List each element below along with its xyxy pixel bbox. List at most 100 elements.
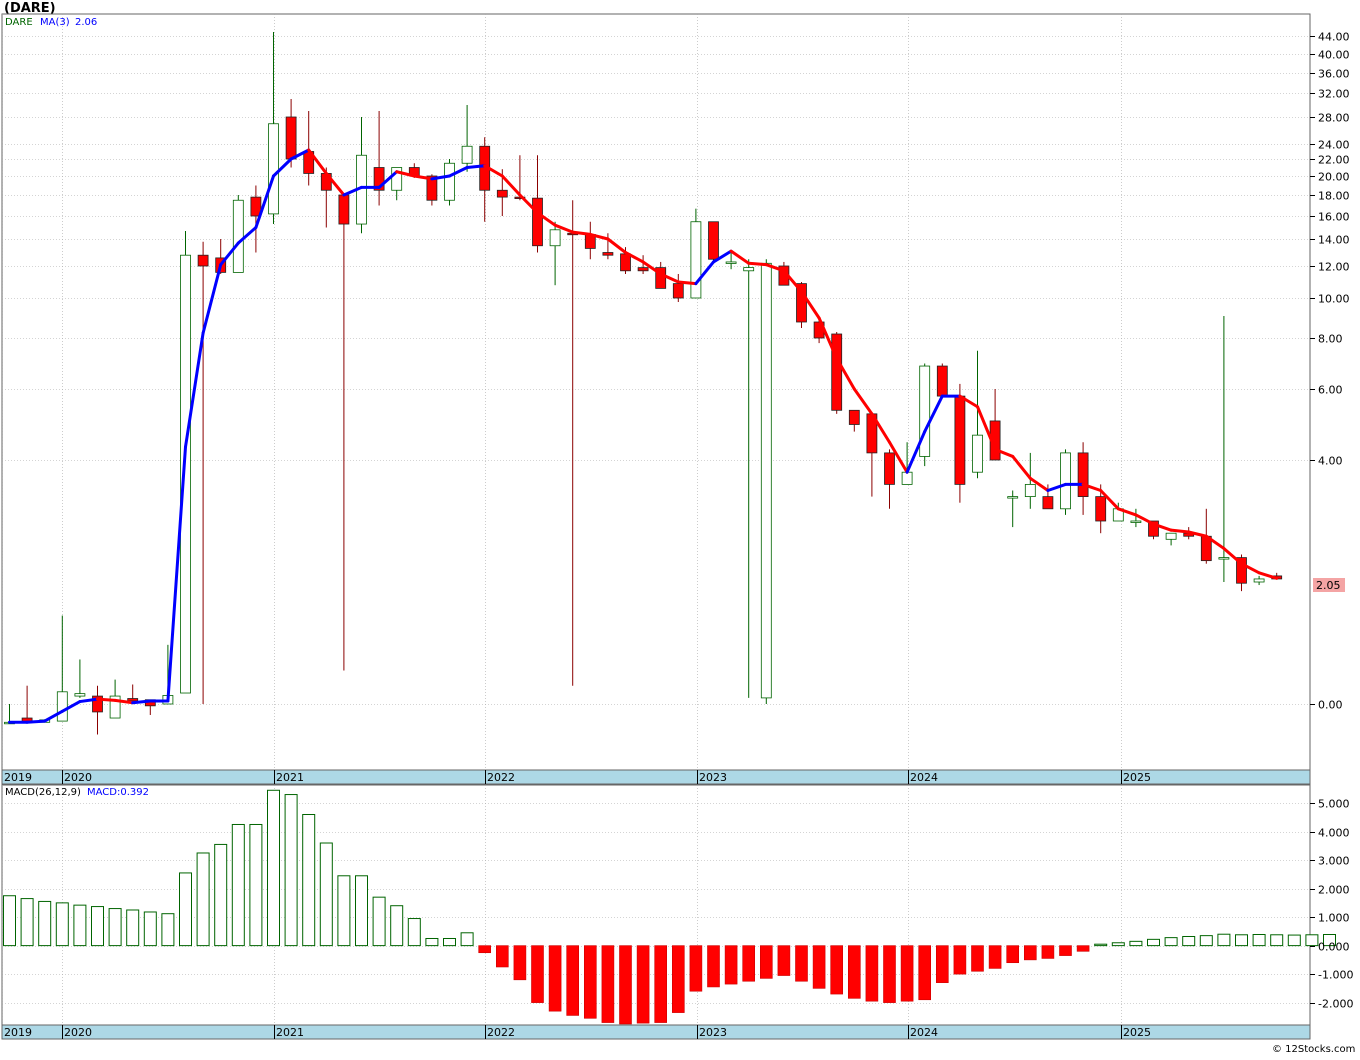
macd-bar bbox=[548, 945, 562, 1012]
macd-bar bbox=[636, 945, 650, 1024]
macd-bar bbox=[531, 945, 544, 1003]
candle-body bbox=[1218, 557, 1230, 560]
price-tick-label: 6.00 bbox=[1318, 384, 1343, 397]
macd-bar bbox=[671, 945, 685, 1013]
macd-bar bbox=[20, 898, 34, 947]
candle-body bbox=[232, 199, 244, 273]
macd-bar bbox=[759, 945, 773, 979]
macd-bar bbox=[319, 842, 333, 947]
candle-body bbox=[1024, 483, 1036, 497]
candle-body bbox=[338, 194, 350, 225]
macd-bar bbox=[935, 945, 949, 983]
candle-body bbox=[972, 434, 983, 473]
price-tick-label: 14.00 bbox=[1318, 234, 1350, 247]
stock-chart: (DARE) 0.00 4.00 6.00 8.00 10.00 12.00 14.00 16… bbox=[0, 0, 1360, 1056]
last-price-label: 2.05 bbox=[1316, 579, 1341, 592]
ma-segment bbox=[465, 164, 487, 169]
macd-bar bbox=[73, 904, 87, 947]
macd-bar bbox=[407, 918, 421, 947]
candle-body bbox=[954, 395, 966, 485]
candle-body bbox=[901, 471, 913, 485]
year-label: 2022 bbox=[487, 771, 515, 784]
macd-tick-label: 2.000 bbox=[1318, 884, 1350, 897]
candle-body bbox=[268, 123, 279, 215]
macd-bar bbox=[55, 902, 69, 947]
candle-body bbox=[760, 262, 772, 699]
macd-bar bbox=[1235, 934, 1248, 947]
price-panel: 0.00 4.00 6.00 8.00 10.00 12.00 14.00 16.00 18.0… bbox=[1, 13, 1350, 771]
candle-body bbox=[1042, 496, 1054, 510]
year-label: 2021 bbox=[276, 1026, 304, 1039]
macd-bar bbox=[267, 789, 280, 947]
macd-bar bbox=[1287, 934, 1301, 947]
macd-bar bbox=[619, 945, 632, 1025]
macd-tick-label: 0.000 bbox=[1318, 941, 1350, 954]
macd-bar bbox=[1182, 935, 1196, 947]
macd-bar bbox=[91, 906, 104, 947]
macd-bar bbox=[214, 843, 228, 947]
macd-legend: MACD(26,12,9) MACD:0.392 bbox=[5, 787, 149, 798]
candle-body bbox=[127, 698, 139, 702]
macd-bar bbox=[1147, 938, 1160, 947]
macd-bar bbox=[390, 905, 404, 947]
macd-tick-label: 1.000 bbox=[1318, 912, 1350, 925]
year-label: 2019 bbox=[4, 1026, 32, 1039]
year-label: 2023 bbox=[699, 771, 727, 784]
macd-bar bbox=[1164, 937, 1178, 947]
candle-body bbox=[690, 221, 702, 299]
macd-bar bbox=[918, 945, 932, 1001]
macd-bar bbox=[196, 852, 210, 947]
macd-tick-label: 5.000 bbox=[1318, 798, 1350, 811]
year-label: 2019 bbox=[4, 771, 32, 784]
macd-tick-label: 3.000 bbox=[1318, 855, 1350, 868]
last-price-tag: 2.05 bbox=[1313, 578, 1345, 592]
macd-bar bbox=[355, 875, 368, 947]
macd-bar bbox=[460, 932, 474, 947]
macd-bar bbox=[443, 937, 456, 947]
candle-body bbox=[285, 116, 297, 160]
price-tick-label: 0.00 bbox=[1318, 699, 1343, 712]
macd-bar bbox=[302, 814, 316, 947]
macd-tick-label: -1.000 bbox=[1318, 969, 1353, 982]
macd-panel: -2.000 -1.000 0.000 1.000 2.000 3.000 4.000 5.0… bbox=[1, 784, 1353, 1026]
year-label: 2021 bbox=[276, 771, 304, 784]
year-label: 2020 bbox=[64, 771, 92, 784]
price-tick-label: 10.00 bbox=[1318, 293, 1350, 306]
macd-bar bbox=[1305, 934, 1319, 947]
candle-body bbox=[1130, 520, 1142, 523]
macd-bar bbox=[231, 823, 245, 947]
candle-body bbox=[197, 254, 209, 267]
macd-bar bbox=[742, 945, 756, 982]
candle-body bbox=[743, 267, 755, 272]
year-label: 2025 bbox=[1123, 771, 1151, 784]
macd-bar bbox=[689, 945, 703, 992]
candle-body bbox=[444, 162, 455, 201]
macd-bar bbox=[1252, 934, 1266, 947]
macd-bar bbox=[1199, 935, 1213, 947]
ma-segment bbox=[96, 697, 117, 702]
macd-bar bbox=[179, 872, 192, 947]
year-label: 2024 bbox=[910, 1026, 938, 1039]
macd-bar bbox=[1006, 945, 1020, 964]
candle-body bbox=[725, 261, 737, 264]
candle-body bbox=[936, 365, 948, 397]
year-label: 2025 bbox=[1123, 1026, 1151, 1039]
ma-segment bbox=[747, 261, 768, 267]
macd-bar bbox=[795, 945, 808, 982]
macd-bar bbox=[1041, 945, 1055, 959]
macd-bar bbox=[601, 945, 615, 1023]
macd-bar bbox=[1217, 933, 1231, 947]
macd-bar bbox=[566, 945, 580, 1016]
candle-body bbox=[672, 283, 684, 299]
macd-bar bbox=[724, 945, 738, 985]
macd-tick-label: 4.000 bbox=[1318, 827, 1350, 840]
macd-bar bbox=[161, 913, 175, 947]
candle-body bbox=[1007, 496, 1019, 499]
price-tick-label: 32.00 bbox=[1318, 88, 1350, 101]
macd-year-band: 2019 2020 2021 2022 2023 2024 2025 bbox=[1, 1024, 1311, 1040]
candle-body bbox=[1095, 496, 1107, 522]
macd-bar bbox=[513, 945, 527, 981]
macd-bar bbox=[971, 945, 984, 972]
price-tick-label: 44.00 bbox=[1318, 31, 1350, 44]
macd-bar bbox=[126, 909, 140, 947]
